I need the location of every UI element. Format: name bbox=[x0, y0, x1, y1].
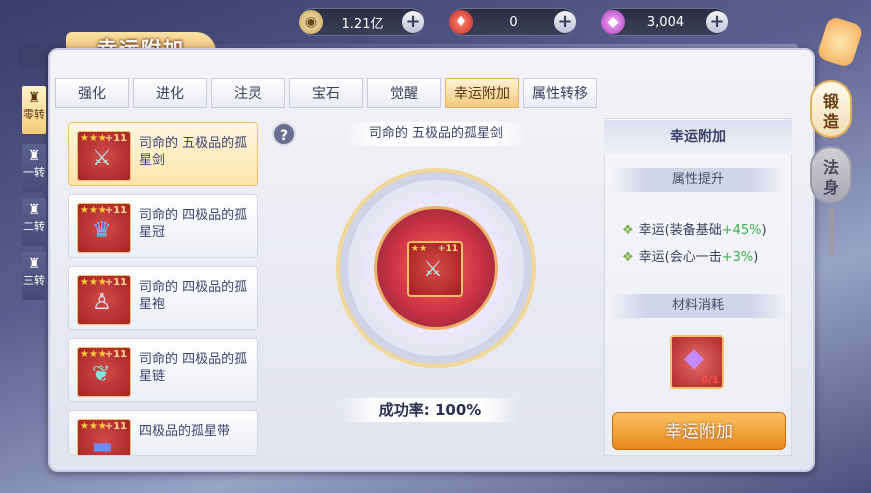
pendant-icon bbox=[828, 208, 834, 256]
item-stars: ★★★ bbox=[80, 277, 107, 288]
belt-icon: ▬ bbox=[92, 434, 113, 456]
list-item[interactable]: ★★★ +11 ⚔ 司命的 五极品的孤星剑 bbox=[68, 122, 258, 186]
side-tab-2[interactable]: ♜ 二转 bbox=[22, 198, 46, 246]
add-red-gem-button[interactable]: + bbox=[554, 11, 576, 33]
help-button[interactable]: ? bbox=[272, 122, 296, 146]
diamond-icon: ❖ bbox=[622, 250, 634, 265]
item-stars: ★★★ bbox=[80, 349, 107, 360]
item-stars: ★★★ bbox=[80, 133, 107, 144]
forge-button[interactable]: 锻造 bbox=[810, 80, 852, 138]
item-level: +11 bbox=[104, 349, 127, 360]
side-tab-0[interactable]: ♜ 零转 bbox=[22, 86, 46, 134]
list-item[interactable]: ★★★ +11 ▬ 四极品的孤星带 bbox=[68, 410, 258, 456]
luck-enchant-button[interactable]: 幸运附加 bbox=[612, 412, 786, 450]
success-rate: 成功率: 100% bbox=[340, 398, 520, 422]
item-level: +11 bbox=[104, 277, 127, 288]
resource-copper: ◉ 1.21亿 + bbox=[299, 8, 424, 36]
star-icon: ★★ bbox=[411, 244, 428, 254]
copper-value: 1.21亿 bbox=[341, 16, 384, 32]
material-header: 材料消耗 bbox=[610, 294, 786, 318]
side-tab-3[interactable]: ♜ 三转 bbox=[22, 252, 46, 300]
armor-icon: ♜ bbox=[27, 256, 41, 272]
side-tab-label: 零转 bbox=[23, 108, 45, 121]
tab-gem[interactable]: 宝石 bbox=[289, 78, 363, 108]
lantern-icon bbox=[816, 15, 864, 69]
resource-red-gem: ♦ 0 + bbox=[449, 8, 576, 36]
tab-strengthen[interactable]: 强化 bbox=[55, 78, 129, 108]
sword-icon: ⚔ bbox=[423, 257, 443, 282]
item-name: 司命的 四极品的孤星袍 bbox=[139, 280, 248, 312]
tab-spirit[interactable]: 注灵 bbox=[211, 78, 285, 108]
selected-item-name: 司命的 五极品的孤星剑 bbox=[342, 122, 530, 146]
add-copper-button[interactable]: + bbox=[402, 11, 424, 33]
tab-evolve[interactable]: 进化 bbox=[133, 78, 207, 108]
tab-awaken[interactable]: 觉醒 bbox=[367, 78, 441, 108]
item-level: +11 bbox=[437, 244, 458, 254]
red-gem-value: 0 bbox=[509, 14, 518, 30]
attr-header: 属性提升 bbox=[610, 168, 786, 192]
item-stars: ★★★ bbox=[80, 421, 107, 432]
diamond-icon: ❖ bbox=[622, 223, 634, 238]
item-level: +11 bbox=[104, 205, 127, 216]
item-name: 司命的 四极品的孤星链 bbox=[139, 352, 248, 384]
tab-luck-enchant[interactable]: 幸运附加 bbox=[445, 78, 519, 108]
list-item[interactable]: ★★★ +11 ♛ 司命的 四极品的孤星冠 bbox=[68, 194, 258, 258]
item-name: 司命的 五极品的孤星剑 bbox=[139, 136, 248, 168]
red-gem-icon: ♦ bbox=[449, 10, 473, 34]
item-name: 四极品的孤星带 bbox=[139, 424, 231, 439]
item-thumbnail: ★★★ +11 ❦ bbox=[77, 347, 131, 397]
sword-icon: ⚔ bbox=[92, 146, 112, 171]
item-level: +11 bbox=[104, 421, 127, 432]
item-thumbnail: ★★★ +11 ⚔ bbox=[77, 131, 131, 181]
necklace-icon: ❦ bbox=[92, 362, 111, 387]
item-stars: ★★★ bbox=[80, 205, 107, 216]
side-tab-label: 一转 bbox=[23, 166, 45, 179]
right-panel-title: 幸运附加 bbox=[604, 120, 792, 154]
dharma-body-button[interactable]: 法身 bbox=[810, 146, 852, 204]
purple-crystal-icon: ◆ bbox=[601, 10, 625, 34]
crown-icon: ♛ bbox=[92, 218, 112, 243]
item-thumbnail: ★★★ +11 ▬ bbox=[77, 419, 131, 456]
tab-attribute-transfer[interactable]: 属性转移 bbox=[523, 78, 597, 108]
list-item[interactable]: ★★★ +11 ♙ 司命的 四极品的孤星袍 bbox=[68, 266, 258, 330]
attr-line: ❖ 幸运(会心一击+3%) bbox=[622, 250, 759, 265]
side-tab-1[interactable]: ♜ 一转 bbox=[22, 144, 46, 192]
purple-crystal-value: 3,004 bbox=[646, 14, 685, 30]
armor-icon: ♜ bbox=[27, 90, 41, 106]
material-slot[interactable]: ◆ 0/1 bbox=[670, 335, 724, 389]
list-item[interactable]: ★★★ +11 ❦ 司命的 四极品的孤星链 bbox=[68, 338, 258, 402]
item-name: 司命的 四极品的孤星冠 bbox=[139, 208, 248, 240]
side-tab-label: 三转 bbox=[23, 274, 45, 287]
material-count: 0/1 bbox=[701, 375, 719, 386]
armor-icon: ♜ bbox=[27, 148, 41, 164]
purple-crystal-icon: ◆ bbox=[684, 343, 704, 373]
item-thumbnail: ★★★ +11 ♙ bbox=[77, 275, 131, 325]
side-tab-label: 二转 bbox=[23, 220, 45, 233]
copper-coin-icon: ◉ bbox=[299, 10, 323, 34]
resource-purple-crystal: ◆ 3,004 + bbox=[601, 8, 728, 36]
item-thumbnail: ★★★ +11 ♛ bbox=[77, 203, 131, 253]
selected-item-slot[interactable]: ★★ +11 ⚔ bbox=[407, 241, 463, 297]
item-level: +11 bbox=[104, 133, 127, 144]
robe-icon: ♙ bbox=[92, 290, 112, 315]
armor-icon: ♜ bbox=[27, 202, 41, 218]
add-purple-crystal-button[interactable]: + bbox=[706, 11, 728, 33]
attr-line: ❖ 幸运(装备基础+45%) bbox=[622, 223, 767, 238]
